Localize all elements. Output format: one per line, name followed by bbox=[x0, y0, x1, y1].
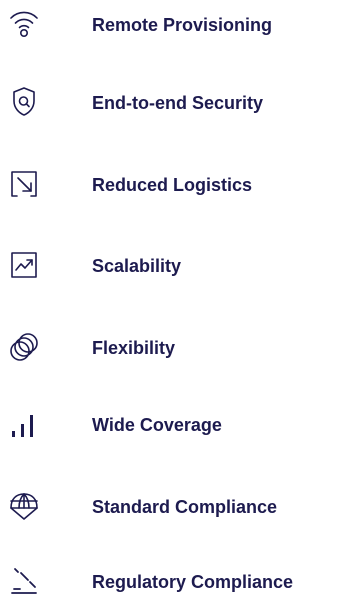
gavel-icon bbox=[6, 563, 42, 599]
trend-chart-icon bbox=[6, 247, 42, 283]
feature-item-standard-compliance: Standard Compliance bbox=[0, 486, 363, 526]
feature-label: Reduced Logistics bbox=[92, 175, 253, 195]
feature-item-flexibility: Flexibility bbox=[0, 327, 363, 367]
signal-bars-icon bbox=[6, 406, 42, 442]
feature-label: End-to-end Security bbox=[92, 93, 264, 113]
feature-item-reduced-logistics: Reduced Logistics bbox=[0, 164, 363, 204]
feature-label: Scalability bbox=[92, 256, 182, 276]
globe-umbrella-icon bbox=[6, 488, 42, 524]
feature-label: Wide Coverage bbox=[92, 415, 222, 435]
feature-item-scalability: Scalability bbox=[0, 245, 363, 285]
feature-list: Remote Provisioning End-to-end Security … bbox=[0, 0, 363, 601]
feature-label: Flexibility bbox=[92, 338, 176, 358]
feature-label: Standard Compliance bbox=[92, 497, 278, 517]
wifi-signal-icon bbox=[6, 6, 42, 42]
feature-label: Regulatory Compliance bbox=[92, 572, 294, 592]
security-shield-icon bbox=[6, 84, 42, 120]
feature-item-regulatory-compliance: Regulatory Compliance bbox=[0, 561, 363, 601]
feature-item-end-to-end-security: End-to-end Security bbox=[0, 82, 363, 122]
feature-item-wide-coverage: Wide Coverage bbox=[0, 404, 363, 444]
overlapping-circles-icon bbox=[6, 329, 42, 365]
feature-label: Remote Provisioning bbox=[92, 15, 273, 35]
feature-item-remote-provisioning: Remote Provisioning bbox=[0, 4, 363, 44]
arrow-box-icon bbox=[6, 166, 42, 202]
